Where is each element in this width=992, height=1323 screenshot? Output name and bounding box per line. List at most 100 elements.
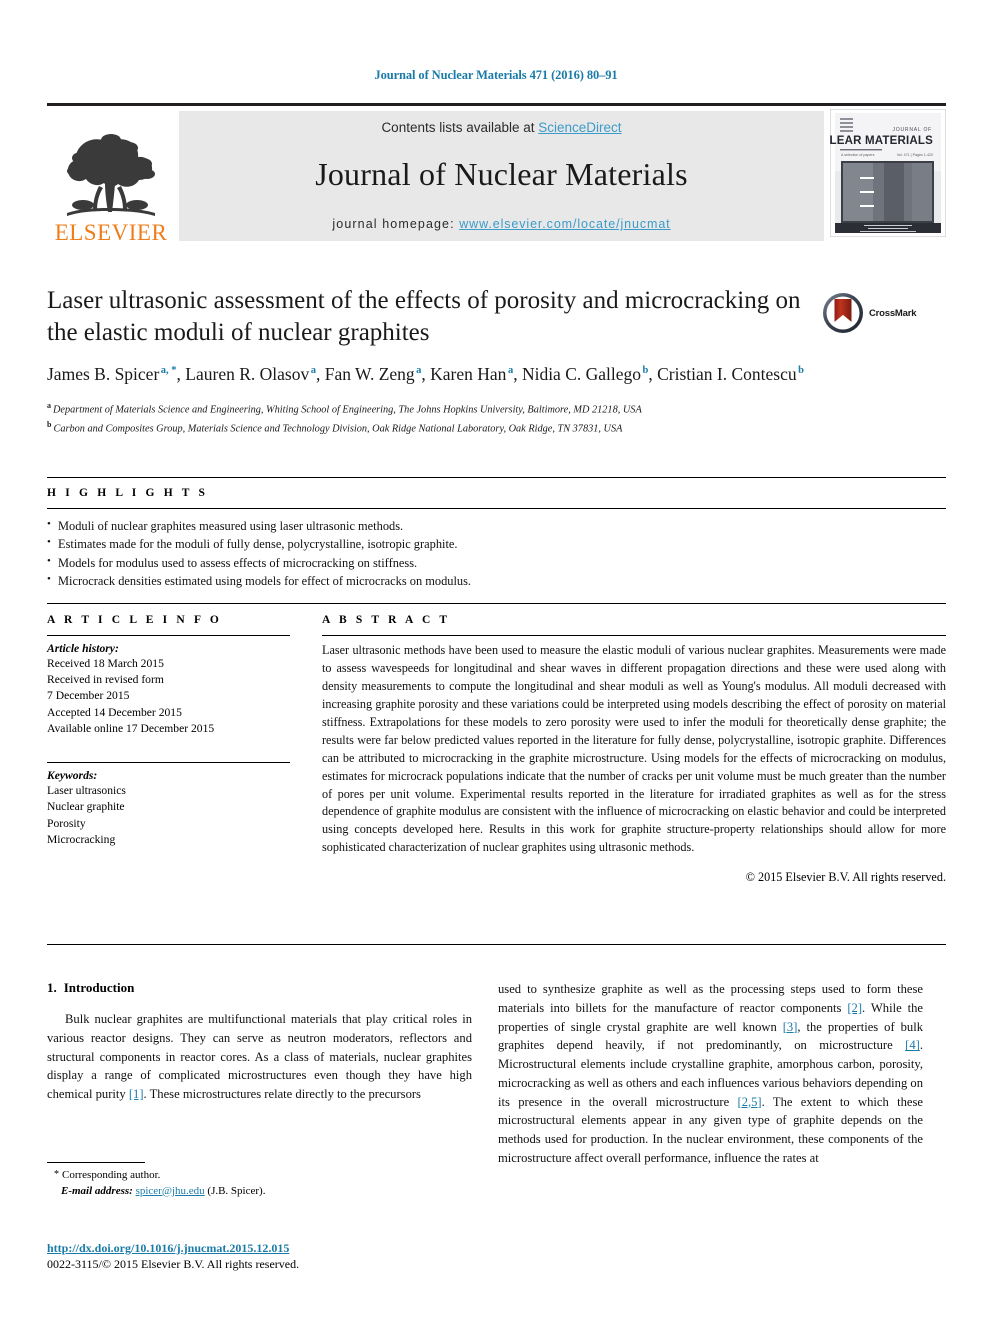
author-separator: , bbox=[315, 364, 325, 384]
contents-prefix: Contents lists available at bbox=[381, 120, 539, 135]
sciencedirect-link[interactable]: ScienceDirect bbox=[538, 120, 621, 135]
article-info-section: A R T I C L E I N F O Article history: R… bbox=[47, 614, 290, 848]
elsevier-wordmark: ELSEVIER bbox=[54, 220, 168, 245]
section-number: 1. bbox=[47, 980, 57, 995]
crossmark-icon bbox=[823, 293, 863, 333]
abstract-copyright: © 2015 Elsevier B.V. All rights reserved… bbox=[745, 870, 946, 885]
article-info-divider bbox=[47, 635, 290, 636]
email-line: E-mail address: spicer@jhu.edu (J.B. Spi… bbox=[47, 1184, 472, 1200]
keyword-item: Laser ultrasonics bbox=[47, 784, 126, 798]
author-name: Fan W. Zeng bbox=[324, 364, 415, 384]
author-name: Cristian I. Contescu bbox=[657, 364, 797, 384]
contents-available-line: Contents lists available at ScienceDirec… bbox=[179, 120, 824, 135]
article-history-line: Received 18 March 2015 bbox=[47, 657, 164, 670]
author-name: James B. Spicer bbox=[47, 364, 160, 384]
corresponding-author-marker: * bbox=[54, 1169, 59, 1180]
journal-homepage-link[interactable]: www.elsevier.com/locate/jnucmat bbox=[459, 217, 670, 231]
author-affiliation-marker: a bbox=[310, 365, 316, 377]
keyword-item: Nuclear graphite bbox=[47, 800, 125, 814]
article-info-heading: A R T I C L E I N F O bbox=[47, 614, 222, 626]
doi-link[interactable]: http://dx.doi.org/10.1016/j.jnucmat.2015… bbox=[47, 1240, 547, 1256]
running-head-citation: Journal of Nuclear Materials 471 (2016) … bbox=[374, 68, 618, 82]
article-history-lines: Received 18 March 2015 Received in revise… bbox=[47, 656, 290, 737]
highlights-section: H I G H L I G H T S Moduli of nuclear gr… bbox=[47, 487, 946, 590]
article-history-label: Article history: bbox=[47, 642, 119, 655]
crossmark-label: CrossMark bbox=[869, 307, 917, 319]
corresponding-author-text: Corresponding author. bbox=[62, 1169, 161, 1181]
intro-paragraph-right: used to synthesize graphite as well as t… bbox=[498, 980, 923, 1168]
author-list: James B. Spicer a, *, Lauren R. Olasov a, … bbox=[47, 363, 807, 386]
journal-masthead: ELSEVIER Contents lists available at Sci… bbox=[47, 103, 947, 244]
highlight-item: Microcrack densities estimated using mod… bbox=[47, 571, 946, 590]
elsevier-logo: ELSEVIER bbox=[47, 106, 175, 244]
citation-ref-3[interactable]: [3] bbox=[783, 1020, 798, 1034]
footnote-block: * Corresponding author. E-mail address: s… bbox=[47, 1162, 472, 1199]
journal-cover-image: JOURNAL OF NUCLEAR MATERIALS A selection… bbox=[804, 108, 947, 238]
article-history-line: 7 December 2015 bbox=[47, 689, 130, 703]
section-title: Introduction bbox=[63, 980, 135, 995]
homepage-prefix: journal homepage: bbox=[332, 217, 460, 231]
keyword-item: Microcracking bbox=[47, 832, 116, 846]
keywords-label: Keywords: bbox=[47, 769, 98, 783]
journal-cover-thumbnail: JOURNAL OF NUCLEAR MATERIALS A selection… bbox=[804, 108, 947, 242]
affiliation-line: a Department of Materials Science and Eng… bbox=[47, 400, 807, 418]
highlights-list: Moduli of nuclear graphites measured usi… bbox=[47, 516, 946, 590]
article-history-line: Available online 17 December 2015 bbox=[47, 721, 215, 735]
author-name: Lauren R. Olasov bbox=[185, 364, 310, 384]
divider-above-body bbox=[47, 944, 946, 945]
body-column-left: 1. Introduction Bulk nuclear graphites ar… bbox=[47, 980, 472, 1104]
author-name: Karen Han bbox=[430, 364, 507, 384]
highlight-item: Moduli of nuclear graphites measured usi… bbox=[47, 516, 946, 535]
intro-paragraph-left: Bulk nuclear graphites are multifunction… bbox=[47, 1010, 472, 1104]
highlight-item: Estimates made for the moduli of fully d… bbox=[47, 534, 946, 553]
highlight-item: Models for modulus used to assess effect… bbox=[47, 553, 946, 572]
affiliation-text: Department of Materials Science and Engi… bbox=[53, 404, 642, 416]
author-separator: , bbox=[176, 364, 186, 384]
article-header: Laser ultrasonic assessment of the effec… bbox=[47, 285, 807, 437]
keywords-divider bbox=[47, 762, 290, 764]
elsevier-tree-icon bbox=[67, 134, 155, 216]
keywords-list: Laser ultrasonics Nuclear graphite Porosit… bbox=[47, 783, 290, 848]
svg-text:A selection of papers: A selection of papers bbox=[841, 153, 875, 157]
svg-text:JOURNAL OF: JOURNAL OF bbox=[893, 127, 932, 133]
affiliation-line: b Carbon and Composites Group, Materials … bbox=[47, 419, 807, 437]
section-heading-introduction: 1. Introduction bbox=[47, 980, 472, 996]
journal-article-page: Journal of Nuclear Materials 471 (2016) … bbox=[0, 0, 992, 1323]
article-history-line: Accepted 14 December 2015 bbox=[47, 705, 182, 719]
article-title: Laser ultrasonic assessment of the effec… bbox=[47, 287, 801, 346]
citation-ref-1[interactable]: [1] bbox=[129, 1087, 144, 1101]
crossmark-badge[interactable]: CrossMark bbox=[822, 290, 940, 336]
highlights-heading: H I G H L I G H T S bbox=[47, 487, 209, 499]
footnote-divider bbox=[47, 1162, 145, 1163]
affiliation-list: a Department of Materials Science and Eng… bbox=[47, 400, 807, 437]
article-history-line: Received in revised form bbox=[47, 673, 164, 687]
keyword-item: Porosity bbox=[47, 816, 86, 830]
email-link[interactable]: spicer@jhu.edu bbox=[136, 1185, 205, 1197]
author-affiliation-marker: a, * bbox=[160, 365, 177, 377]
author-affiliation-marker: b bbox=[798, 365, 804, 377]
divider-above-info bbox=[47, 603, 946, 604]
abstract-heading: A B S T R A C T bbox=[322, 614, 451, 626]
email-owner: (J.B. Spicer). bbox=[207, 1184, 266, 1197]
highlights-divider bbox=[47, 508, 946, 509]
imprint-block: http://dx.doi.org/10.1016/j.jnucmat.2015… bbox=[47, 1240, 547, 1272]
abstract-section: A B S T R A C T Laser ultrasonic methods… bbox=[322, 614, 946, 885]
svg-text:NUCLEAR MATERIALS: NUCLEAR MATERIALS bbox=[830, 135, 933, 147]
citation-ref-4[interactable]: [4] bbox=[905, 1038, 920, 1052]
author-separator: , bbox=[421, 364, 431, 384]
author-name: Nidia C. Gallego bbox=[521, 364, 642, 384]
body-column-right: used to synthesize graphite as well as t… bbox=[498, 980, 923, 1168]
citation-ref-2[interactable]: [2] bbox=[847, 1001, 862, 1015]
journal-homepage-line: journal homepage: www.elsevier.com/locat… bbox=[179, 217, 824, 231]
citation-ref-25[interactable]: [2,5] bbox=[738, 1095, 762, 1109]
journal-title: Journal of Nuclear Materials bbox=[315, 156, 688, 193]
email-label: E-mail address: bbox=[61, 1184, 133, 1197]
divider-above-highlights bbox=[47, 477, 946, 478]
abstract-divider bbox=[322, 635, 946, 636]
journal-band: Contents lists available at ScienceDirec… bbox=[179, 111, 824, 241]
author-separator: , bbox=[648, 364, 658, 384]
author-separator: , bbox=[513, 364, 522, 384]
corresponding-author-line: * Corresponding author. bbox=[47, 1168, 472, 1184]
intro-text-part-2: . These microstructures relate directly … bbox=[143, 1087, 421, 1101]
